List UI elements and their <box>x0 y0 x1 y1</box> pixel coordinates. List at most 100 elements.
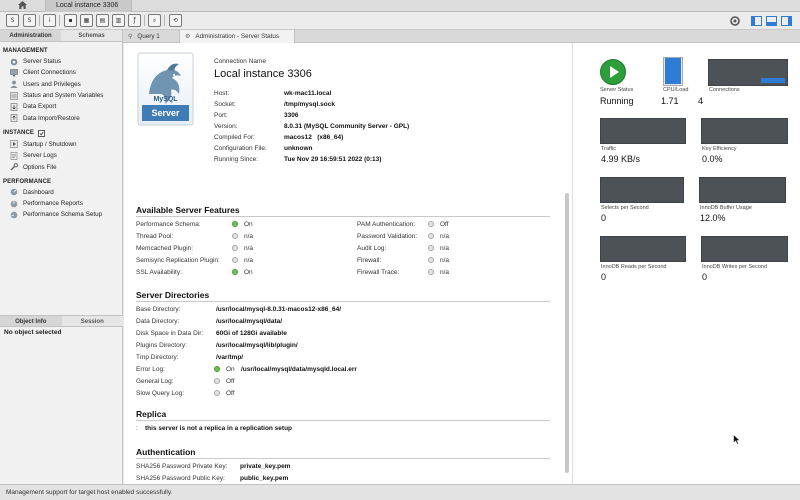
toggle-secondary-sidebar-icon[interactable] <box>780 15 792 26</box>
tab-schemas[interactable]: Schemas <box>61 30 122 41</box>
server-status-label: Server Status <box>600 87 634 93</box>
replica-title: Replica <box>136 409 167 419</box>
object-info-tabs: Object Info Session <box>0 315 123 327</box>
create-table-icon[interactable]: ▦ <box>80 14 93 27</box>
sidebar-item-label: Startup / Shutdown <box>23 140 77 148</box>
sidebar-item-label: Options File <box>23 163 57 171</box>
traffic-value: 4.99 KB/s <box>601 154 641 164</box>
directory-label: Disk Space in Data Dir: <box>136 330 204 337</box>
new-sql-tab-icon[interactable]: S <box>6 14 19 27</box>
sidebar-item-startup-shutdown[interactable]: Startup / Shutdown <box>0 139 122 150</box>
sidebar-item-dashboard[interactable]: Dashboard <box>0 187 122 198</box>
features-divider <box>136 216 550 217</box>
tab-administration-server-status[interactable]: ⚙ Administration - Server Status <box>180 30 295 43</box>
running-since-value: Tue Nov 29 16:59:51 2022 (0:13) <box>284 156 382 163</box>
version-label: Version: <box>214 123 238 130</box>
tab-query-1[interactable]: ⚲ Query 1 <box>123 30 180 43</box>
schema-setup-icon <box>10 211 18 219</box>
reconnect-icon[interactable]: ⟲ <box>169 14 182 27</box>
sidebar-item-data-import[interactable]: Data Import/Restore <box>0 112 122 123</box>
tab-administration[interactable]: Administration <box>0 30 61 41</box>
vertical-scrollbar[interactable] <box>565 193 569 473</box>
authentication-divider <box>136 458 550 459</box>
directory-label: Base Directory: <box>136 306 181 313</box>
inspector-icon[interactable]: i <box>43 14 56 27</box>
sidebar-item-performance-reports[interactable]: Performance Reports <box>0 198 122 209</box>
instance-settings-icon[interactable] <box>38 129 45 137</box>
create-view-icon[interactable]: ▤ <box>96 14 109 27</box>
toggle-sidebar-icon[interactable] <box>750 15 762 26</box>
key-efficiency-label: Key Efficiency <box>702 146 737 152</box>
feature-status-dot <box>428 233 434 239</box>
tab-object-info[interactable]: Object Info <box>0 316 62 326</box>
connection-tab[interactable]: Local instance 3306 <box>46 0 132 12</box>
auth-label: SHA256 Password Public Key: <box>136 475 225 482</box>
variables-icon <box>10 91 18 100</box>
directory-value: 60Gi of 128Gi available <box>216 330 287 337</box>
host-label: Host: <box>214 90 230 97</box>
sidebar-item-label: Server Status <box>23 58 62 66</box>
server-status-graphs-panel: Server Status Running CPU/Load 1.71 Conn… <box>572 43 800 484</box>
toggle-output-panel-icon[interactable] <box>765 15 777 26</box>
directory-label: Plugins Directory: <box>136 342 187 349</box>
log-value: On <box>226 366 235 373</box>
sidebar-item-performance-schema-setup[interactable]: Performance Schema Setup <box>0 209 122 220</box>
feature-value: On <box>244 221 253 228</box>
feature-value: n/a <box>244 257 254 264</box>
selects-per-second-value: 0 <box>601 213 607 223</box>
feature-label: SSL Availability: <box>136 269 182 276</box>
key-efficiency-graph <box>701 118 788 144</box>
startup-icon <box>10 140 18 149</box>
connections-graph <box>708 59 788 86</box>
socket-value: /tmp/mysql.sock <box>284 101 335 108</box>
reports-icon <box>10 200 18 208</box>
open-sql-script-icon[interactable]: S <box>23 14 36 27</box>
search-table-data-icon[interactable]: ⌕ <box>148 14 161 27</box>
create-function-icon[interactable]: ƒ <box>128 14 141 27</box>
feature-status-dot <box>232 257 238 263</box>
feature-status-dot <box>428 245 434 251</box>
sidebar-item-label: Data Export <box>23 103 57 111</box>
running-since-label: Running Since: <box>214 156 259 163</box>
settings-gear-icon[interactable] <box>729 15 741 26</box>
authentication-title: Authentication <box>136 447 196 457</box>
innodb-buffer-usage-graph <box>699 177 786 203</box>
directory-label: Tmp Directory: <box>136 354 179 361</box>
auth-label: SHA256 Password Private Key: <box>136 463 228 470</box>
server-status-panel: MySQL Server Connection Name Local insta… <box>124 43 572 484</box>
feature-value: n/a <box>244 233 254 240</box>
sidebar-item-label: Server Logs <box>23 152 57 160</box>
directory-label: Data Directory: <box>136 318 180 325</box>
server-running-icon <box>600 59 626 87</box>
create-procedure-icon[interactable]: ▥ <box>112 14 125 27</box>
config-file-value: unknown <box>284 145 313 152</box>
feature-label: Performance Schema: <box>136 221 201 228</box>
section-title-instance-row: INSTANCE <box>3 129 122 137</box>
cpu-load-meter <box>663 57 683 86</box>
sidebar-item-data-export[interactable]: Data Export <box>0 101 122 112</box>
innodb-writes-value: 0 <box>702 272 708 282</box>
sidebar-item-server-logs[interactable]: Server Logs <box>0 150 122 161</box>
home-icon <box>18 1 27 11</box>
innodb-buffer-usage-value: 12.0% <box>700 213 726 223</box>
log-status-dot <box>214 390 220 396</box>
sidebar-item-options-file[interactable]: Options File <box>0 161 122 172</box>
sidebar-item-client-connections[interactable]: Client Connections <box>0 67 122 78</box>
mouse-cursor-icon <box>733 433 741 447</box>
replica-divider <box>136 420 550 421</box>
sidebar-item-label: Performance Schema Setup <box>23 211 103 219</box>
section-title-performance: PERFORMANCE <box>3 178 52 185</box>
sidebar-item-users-privileges[interactable]: Users and Privileges <box>0 79 122 90</box>
tab-session[interactable]: Session <box>61 316 123 326</box>
no-object-selected-text: No object selected <box>4 329 62 336</box>
sidebar-item-label: Data Import/Restore <box>23 114 80 122</box>
monitor-icon <box>10 69 18 77</box>
document-tabs: ⚲ Query 1 ⚙ Administration - Server Stat… <box>123 30 800 43</box>
create-schema-icon[interactable]: ▪ <box>64 14 77 27</box>
sidebar-item-server-status[interactable]: Server Status <box>0 56 122 67</box>
innodb-reads-graph <box>600 236 686 262</box>
server-status-value: Running <box>600 96 634 106</box>
innodb-reads-label: InnoDB Reads per Second <box>601 264 667 270</box>
home-tab[interactable] <box>0 0 46 12</box>
sidebar-item-status-variables[interactable]: Status and System Variables <box>0 90 122 101</box>
